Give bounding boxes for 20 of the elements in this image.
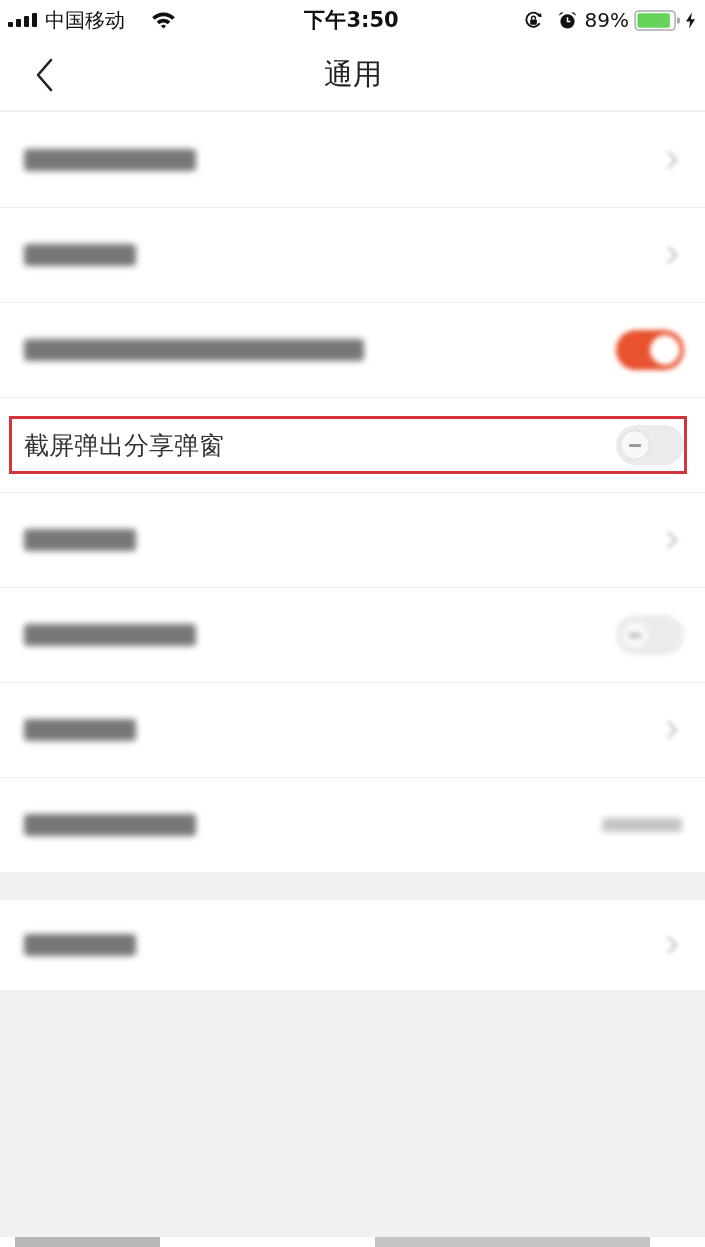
page-title: 通用: [322, 56, 383, 93]
chevron-icon: [666, 935, 678, 955]
battery-percent: 89%: [584, 8, 629, 32]
wifi-icon: [151, 11, 176, 29]
chevron-icon: [666, 149, 678, 170]
battery-icon: [634, 9, 680, 31]
back-chevron-icon: [35, 58, 53, 92]
chevron-icon: [666, 720, 678, 740]
chevron-icon: [666, 530, 678, 550]
toggle-switch[interactable]: [616, 330, 684, 370]
setting-label: 截屏弹出分享弹窗: [24, 429, 224, 462]
status-time: 下午3:50: [304, 7, 399, 34]
signal-icon: [8, 13, 38, 27]
alarm-clock-icon: [557, 10, 577, 30]
toggle-switch[interactable]: [616, 615, 684, 655]
back-button[interactable]: [34, 57, 54, 93]
toggle-switch[interactable]: [616, 425, 684, 465]
rotation-lock-icon: [523, 10, 543, 30]
chevron-icon: [666, 245, 678, 265]
carrier-name: 中国移动: [45, 6, 125, 34]
